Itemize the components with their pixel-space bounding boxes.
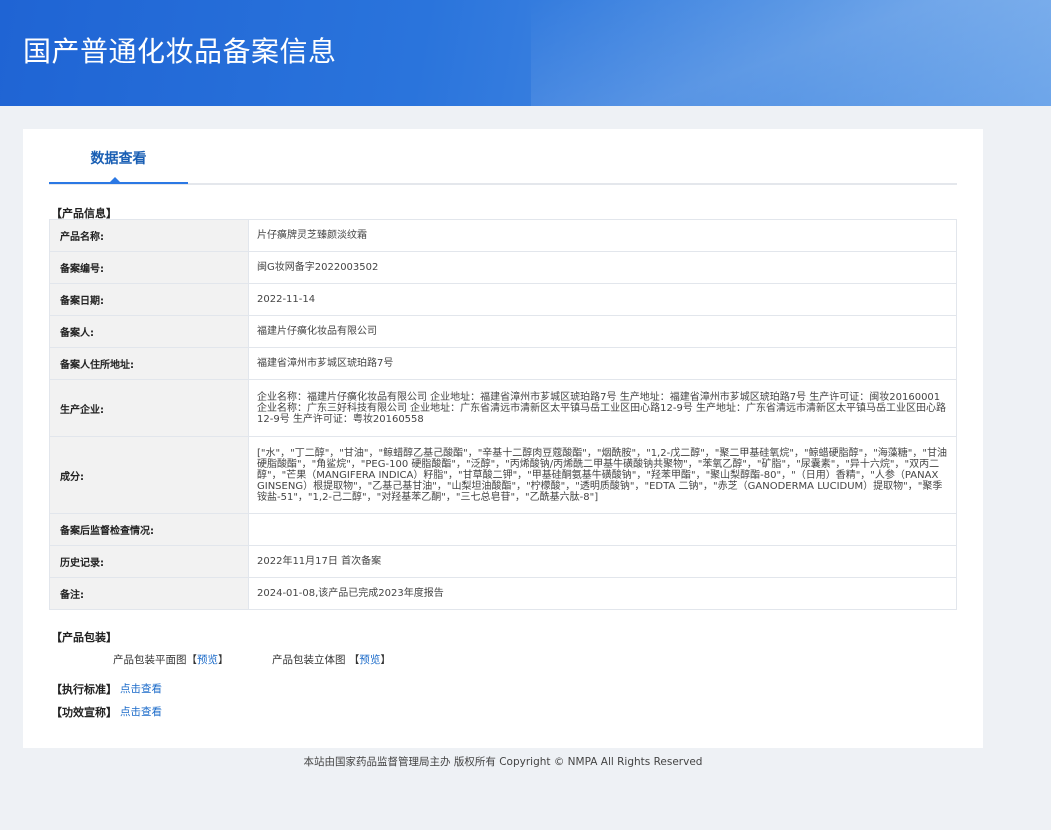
bracket-open: 【 <box>348 654 360 666</box>
table-row: 成分: ["水"，"丁二醇"，"甘油"，"鲸蜡醇乙基己酸酯"，"辛基十二醇肉豆蔻… <box>49 436 957 514</box>
tab-active-underline <box>49 182 188 184</box>
table-row: 历史记录: 2022年11月17日 首次备案 <box>49 545 957 578</box>
table-row: 生产企业: 企业名称：福建片仔癀化妆品有限公司 企业地址：福建省漳州市芗城区琥珀… <box>49 379 957 437</box>
footer-copyright: 本站由国家药品监督管理局主办 版权所有 Copyright © NMPA All… <box>303 756 703 768</box>
product-info-table: 产品名称: 片仔癀牌灵芝臻颜淡纹霜 备案编号: 闽G妆网备字2022003502… <box>49 219 957 610</box>
bracket-close: 】 <box>380 654 391 666</box>
product-name-value: 片仔癀牌灵芝臻颜淡纹霜 <box>248 219 957 252</box>
registrant-value: 福建片仔癀化妆品有限公司 <box>248 315 957 348</box>
table-row: 备案人住所地址: 福建省漳州市芗城区琥珀路7号 <box>49 347 957 380</box>
packaging-solid-row: 产品包装立体图 【预览】 <box>272 652 391 667</box>
bracket-open: 【 <box>186 654 198 666</box>
bracket-close: 】 <box>218 654 229 666</box>
row-label: 生产企业: <box>49 379 249 437</box>
content-card: 数据查看 【产品信息】 产品名称: 片仔癀牌灵芝臻颜淡纹霜 备案编号: 闽G妆网… <box>23 129 983 748</box>
history-value: 2022年11月17日 首次备案 <box>248 545 957 578</box>
caret-up-icon <box>110 177 120 182</box>
row-label: 成分: <box>49 436 249 514</box>
header-banner: 国产普通化妆品备案信息 <box>0 0 1051 106</box>
efficacy-label: 【功效宣称】 <box>51 706 117 719</box>
flat-preview-link[interactable]: 预览 <box>197 654 218 666</box>
table-row: 备案后监督检查情况: <box>49 513 957 546</box>
standard-label: 【执行标准】 <box>51 683 117 696</box>
packaging-label: 【产品包装】 <box>51 631 117 644</box>
row-label: 备案后监督检查情况: <box>49 513 249 546</box>
table-row: 备案日期: 2022-11-14 <box>49 283 957 316</box>
record-date-value: 2022-11-14 <box>248 283 957 316</box>
row-label: 备案编号: <box>49 251 249 284</box>
ingredients-value: ["水"，"丁二醇"，"甘油"，"鲸蜡醇乙基己酸酯"，"辛基十二醇肉豆蔻酸酯"，… <box>248 436 957 514</box>
solid-preview-link[interactable]: 预览 <box>359 654 380 666</box>
page-title: 国产普通化妆品备案信息 <box>23 35 337 68</box>
registrant-address-value: 福建省漳州市芗城区琥珀路7号 <box>248 347 957 380</box>
inspection-value <box>248 513 957 546</box>
standard-view-link[interactable]: 点击查看 <box>120 681 162 696</box>
row-label: 历史记录: <box>49 545 249 578</box>
table-row: 产品名称: 片仔癀牌灵芝臻颜淡纹霜 <box>49 219 957 252</box>
row-label: 备案人住所地址: <box>49 347 249 380</box>
record-number-value: 闽G妆网备字2022003502 <box>248 251 957 284</box>
row-label: 备案日期: <box>49 283 249 316</box>
table-row: 备注: 2024-01-08,该产品已完成2023年度报告 <box>49 577 957 610</box>
manufacturer-value: 企业名称：福建片仔癀化妆品有限公司 企业地址：福建省漳州市芗城区琥珀路7号 生产… <box>248 379 957 437</box>
row-label: 备案人: <box>49 315 249 348</box>
table-row: 备案人: 福建片仔癀化妆品有限公司 <box>49 315 957 348</box>
row-label: 产品名称: <box>49 219 249 252</box>
table-row: 备案编号: 闽G妆网备字2022003502 <box>49 251 957 284</box>
packaging-solid-label: 产品包装立体图 <box>272 654 346 666</box>
packaging-flat-label: 产品包装平面图 <box>113 654 187 666</box>
efficacy-view-link[interactable]: 点击查看 <box>120 704 162 719</box>
banner-decoration <box>531 0 1051 106</box>
packaging-flat-row: 产品包装平面图【预览】 <box>113 652 229 667</box>
remark-value: 2024-01-08,该产品已完成2023年度报告 <box>248 577 957 610</box>
row-label: 备注: <box>49 577 249 610</box>
